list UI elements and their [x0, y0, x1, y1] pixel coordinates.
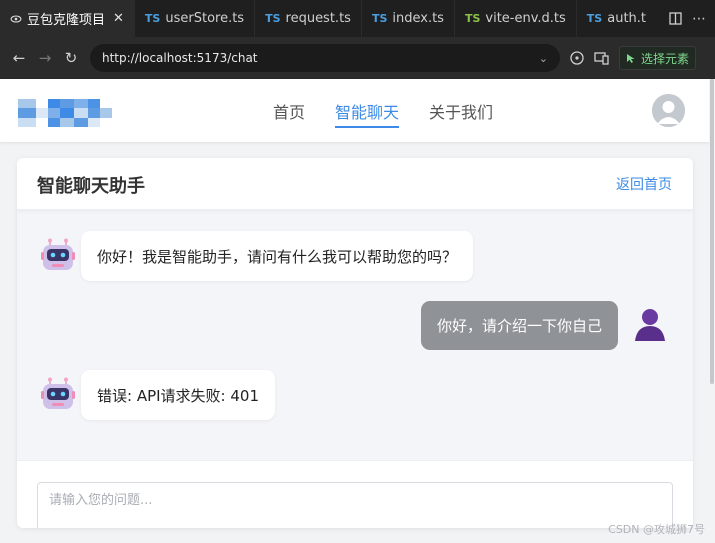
- tab-vite-env[interactable]: TS vite-env.d.ts: [455, 0, 577, 37]
- main-nav: 首页 智能聊天 关于我们: [273, 79, 493, 142]
- message-text: 你好！我是智能助手，请问有什么我可以帮助您的吗？: [97, 247, 458, 266]
- tab-index[interactable]: TS index.ts: [362, 0, 455, 37]
- scrollbar-thumb[interactable]: [710, 79, 714, 384]
- logo[interactable]: [18, 99, 114, 127]
- tab-label: 豆包克隆项目: [27, 13, 106, 28]
- nav-about[interactable]: 关于我们: [429, 79, 493, 142]
- split-view-icon[interactable]: [669, 12, 682, 25]
- tab-label: vite-env.d.ts: [485, 11, 566, 26]
- back-arrow-icon[interactable]: ←: [6, 45, 32, 71]
- chat-input[interactable]: [37, 482, 673, 528]
- chat-title: 智能聊天助手: [37, 176, 145, 197]
- forward-arrow-icon[interactable]: →: [32, 45, 58, 71]
- tab-request[interactable]: TS request.ts: [255, 0, 362, 37]
- nav-home[interactable]: 首页: [273, 79, 305, 142]
- chat-header: 智能聊天助手 返回首页: [17, 158, 693, 210]
- browser-tab-bar: 豆包克隆项目 ✕ TS userStore.ts TS request.ts T…: [0, 0, 715, 37]
- nav-chat[interactable]: 智能聊天: [335, 79, 400, 142]
- tab-label: userStore.ts: [165, 11, 245, 26]
- robot-icon: [41, 377, 75, 409]
- url-input[interactable]: http://localhost:5173/chat ⌄: [90, 44, 560, 72]
- tab-userstore[interactable]: TS userStore.ts: [135, 0, 256, 37]
- input-area: [17, 460, 693, 528]
- chevron-down-icon[interactable]: ⌄: [539, 52, 548, 65]
- cursor-select-icon: [627, 53, 635, 63]
- bot-error-message: 错误: API请求失败: 401: [81, 370, 276, 420]
- user-avatar-icon: [635, 309, 665, 341]
- chat-card: 智能聊天助手 返回首页 你好！我是智能助手，请问有什么我可以帮助您的吗？ 你好，…: [17, 158, 693, 528]
- page-scrollbar[interactable]: [709, 79, 715, 543]
- reload-icon[interactable]: ↻: [58, 45, 84, 71]
- close-icon[interactable]: ✕: [113, 11, 124, 26]
- message-text: 错误: API请求失败: 401: [97, 386, 260, 405]
- robot-icon: [41, 238, 75, 270]
- tab-controls: ⋯: [661, 0, 715, 37]
- message-text: 你好，请介绍一下你自己: [437, 317, 603, 335]
- address-icons: [570, 51, 609, 65]
- app-header: 首页 智能聊天 关于我们: [0, 79, 715, 142]
- compass-icon[interactable]: [570, 51, 584, 65]
- device-icon[interactable]: [594, 51, 609, 65]
- ts-icon: TS: [586, 12, 603, 25]
- tab-project[interactable]: 豆包克隆项目 ✕: [0, 0, 135, 37]
- tab-auth[interactable]: TS auth.t: [577, 0, 656, 37]
- tab-label: auth.t: [607, 11, 647, 26]
- select-element-button[interactable]: 选择元素: [619, 46, 697, 70]
- address-bar: ← → ↻ http://localhost:5173/chat ⌄ 选择元素: [0, 37, 715, 79]
- user-message: 你好，请介绍一下你自己: [421, 301, 619, 350]
- bot-message: 你好！我是智能助手，请问有什么我可以帮助您的吗？: [81, 231, 474, 281]
- ts-icon: TS: [265, 12, 281, 25]
- tab-label: request.ts: [285, 11, 351, 26]
- more-icon[interactable]: ⋯: [692, 11, 707, 27]
- eye-icon: [10, 14, 22, 23]
- tab-label: index.ts: [392, 11, 444, 26]
- select-element-label: 选择元素: [641, 51, 690, 66]
- ts-icon: TS: [144, 12, 161, 25]
- back-home-link[interactable]: 返回首页: [616, 174, 672, 194]
- ts-icon: TS: [464, 12, 481, 25]
- ts-icon: TS: [371, 12, 388, 25]
- avatar[interactable]: [652, 94, 685, 127]
- watermark: CSDN @攻城狮7号: [608, 523, 705, 536]
- url-text: http://localhost:5173/chat: [102, 51, 258, 65]
